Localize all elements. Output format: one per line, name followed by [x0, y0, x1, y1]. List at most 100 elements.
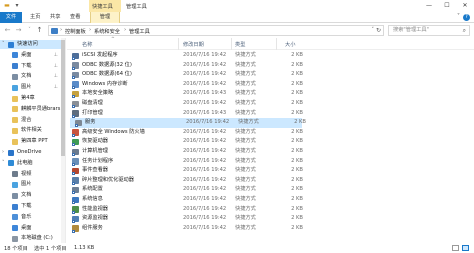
up-arrow-icon[interactable]: ↑: [35, 26, 44, 35]
file-row[interactable]: iSCSI 发起程序 2016/7/16 19:42 快捷方式 2 KB: [67, 51, 474, 61]
nav-item[interactable]: ˅ 快速访问: [0, 40, 65, 49]
folder-icon: ▬: [4, 2, 10, 9]
file-name: ODBC 数据源(64 位): [82, 71, 132, 78]
status-bar: 18 个项目 选中 1 个项目 1.13 KB: [0, 243, 474, 253]
help-icon[interactable]: ?: [463, 14, 470, 21]
file-date: 2016/7/16 19:42: [183, 167, 227, 174]
nav-item[interactable]: 图片 ⊥: [0, 83, 65, 92]
file-row[interactable]: Windows 内存诊断 2016/7/16 19:42 快捷方式 2 KB: [67, 80, 474, 90]
file-type: 快捷方式: [235, 167, 256, 174]
expand-chevron-icon[interactable]: ›: [2, 148, 4, 157]
large-icons-view-icon[interactable]: [462, 245, 469, 251]
file-row[interactable]: 组件服务 2016/7/16 19:42 快捷方式 2 KB: [67, 224, 474, 234]
file-date: 2016/7/16 19:42: [183, 186, 227, 193]
file-row[interactable]: 性能监视器 2016/7/16 19:42 快捷方式 2 KB: [67, 205, 474, 215]
expand-chevron-icon[interactable]: ˅: [2, 159, 5, 168]
column-divider[interactable]: [276, 38, 277, 50]
nav-item[interactable]: 软件相关: [0, 126, 65, 135]
breadcrumb-separator-icon[interactable]: ›: [60, 27, 62, 33]
breadcrumb-separator-icon[interactable]: ›: [124, 27, 126, 33]
tab-home[interactable]: 主页: [26, 12, 44, 23]
file-date: 2016/7/16 19:42: [186, 119, 230, 126]
folder-icon: [8, 149, 14, 156]
column-divider[interactable]: [178, 38, 179, 50]
column-size[interactable]: 大小: [285, 41, 295, 48]
file-row[interactable]: 打印管理 2016/7/16 19:43 快捷方式 2 KB: [67, 109, 474, 119]
nav-item[interactable]: 桌面: [0, 224, 65, 233]
file-date: 2016/7/16 19:42: [183, 215, 227, 222]
tab-file[interactable]: 文件: [0, 12, 22, 23]
nav-item[interactable]: › OneDrive: [0, 148, 65, 157]
file-date: 2016/7/16 19:42: [183, 80, 227, 87]
column-type[interactable]: 类型: [235, 41, 245, 48]
address-bar[interactable]: › 控制面板 › 系统和安全 › 管理工具 ˅ ↻: [48, 25, 384, 36]
shortcut-overlay-icon: [72, 95, 75, 99]
file-row[interactable]: 本地安全策略 2016/7/16 19:43 快捷方式 2 KB: [67, 89, 474, 99]
file-row[interactable]: 计算机管理 2016/7/16 19:42 快捷方式 2 KB: [67, 147, 474, 157]
breadcrumb-admin-tools[interactable]: 管理工具: [129, 28, 150, 35]
nav-item[interactable]: 音乐: [0, 213, 65, 222]
file-type: 快捷方式: [235, 71, 256, 78]
file-name: iSCSI 发起程序: [82, 52, 118, 58]
file-row[interactable]: 事件查看器 2016/7/16 19:42 快捷方式 2 KB: [67, 166, 474, 176]
file-row[interactable]: 系统配置 2016/7/16 19:42 快捷方式 2 KB: [67, 185, 474, 195]
search-icon[interactable]: ⌕: [463, 26, 466, 35]
column-divider[interactable]: [231, 38, 232, 50]
nav-item[interactable]: 混合: [0, 116, 65, 125]
nav-item[interactable]: 下载 ⊥: [0, 62, 65, 71]
nav-item[interactable]: 文档 ⊥: [0, 72, 65, 81]
nav-scrollbar-thumb[interactable]: [61, 40, 65, 156]
column-name[interactable]: 名称: [82, 41, 92, 48]
back-arrow-icon[interactable]: ←: [3, 26, 12, 35]
breadcrumb-system-security[interactable]: 系统和安全: [94, 28, 120, 35]
file-row[interactable]: ODBC 数据源(64 位) 2016/7/16 19:42 快捷方式 2 KB: [67, 70, 474, 80]
close-button[interactable]: ✕: [456, 0, 474, 12]
forward-arrow-icon[interactable]: →: [14, 26, 23, 35]
recent-locations-icon[interactable]: ˅: [25, 26, 34, 35]
nav-item[interactable]: 桌面 ⊥: [0, 51, 65, 60]
nav-item[interactable]: 图片: [0, 180, 65, 189]
search-input[interactable]: 搜索"管理工具" ⌕: [388, 25, 470, 36]
file-row[interactable]: 高级安全 Windows 防火墙 2016/7/16 19:42 快捷方式 2 KB: [67, 128, 474, 138]
file-row[interactable]: 碎片整理和优化驱动器 2016/7/16 19:42 快捷方式 2 KB: [67, 176, 474, 186]
ribbon-expand-icon[interactable]: ˅: [457, 13, 460, 20]
maximize-button[interactable]: ☐: [438, 0, 456, 12]
expand-chevron-icon[interactable]: ˅: [2, 40, 5, 49]
nav-item-label: 快速访问: [17, 41, 38, 47]
file-row[interactable]: 磁盘清理 2016/7/16 19:42 快捷方式 2 KB: [67, 99, 474, 109]
minimize-button[interactable]: —: [420, 0, 438, 12]
nav-item[interactable]: 第四章 PPT: [0, 137, 65, 146]
nav-item-label: 软件相关: [21, 127, 42, 134]
file-row[interactable]: ODBC 数据源(32 位) 2016/7/16 19:42 快捷方式 2 KB: [67, 61, 474, 71]
save-quickaccess-icon[interactable]: ▾: [13, 2, 21, 10]
nav-item-label: 第4章: [21, 95, 35, 101]
file-row[interactable]: 服务 2016/7/16 19:42 快捷方式 2 KB: [70, 118, 306, 128]
nav-item[interactable]: 本地磁盘 (C:): [0, 234, 65, 243]
breadcrumb-separator-icon[interactable]: ›: [89, 27, 91, 33]
file-row[interactable]: 资源监视器 2016/7/16 19:42 快捷方式 2 KB: [67, 214, 474, 224]
breadcrumb-control-panel[interactable]: 控制面板: [65, 28, 86, 35]
nav-item[interactable]: 文档: [0, 191, 65, 200]
nav-item-label: 麒麟平员通brars: [21, 105, 61, 112]
address-dropdown-icon[interactable]: ˅: [372, 27, 375, 33]
tab-manage[interactable]: 管理: [90, 12, 120, 23]
file-row[interactable]: 系统信息 2016/7/16 19:42 快捷方式 2 KB: [67, 195, 474, 205]
file-type: 快捷方式: [235, 148, 256, 154]
column-date[interactable]: 修改日期: [183, 41, 204, 48]
file-row[interactable]: 任务计划程序 2016/7/16 19:42 快捷方式 2 KB: [67, 157, 474, 167]
tab-share[interactable]: 共享: [46, 12, 64, 23]
folder-icon: [12, 235, 18, 242]
nav-item[interactable]: 下载: [0, 202, 65, 211]
nav-item-label: 本地磁盘 (C:): [21, 235, 53, 242]
refresh-icon[interactable]: ↻: [376, 27, 381, 34]
nav-item[interactable]: ˅ 此电脑: [0, 159, 65, 168]
tab-view[interactable]: 查看: [66, 12, 84, 23]
nav-item[interactable]: 视频: [0, 170, 65, 179]
file-row[interactable]: 恢复驱动器 2016/7/16 19:42 快捷方式 2 KB: [67, 137, 474, 147]
nav-item[interactable]: 麒麟平员通brars: [0, 105, 65, 114]
title-bar: ▬ ▾ 快捷工具 管理工具 — ☐ ✕: [0, 0, 474, 12]
nav-item[interactable]: 第4章: [0, 94, 65, 103]
nav-scrollbar[interactable]: [61, 38, 65, 243]
file-size: 2 KB: [291, 71, 303, 78]
details-view-icon[interactable]: [452, 245, 459, 251]
